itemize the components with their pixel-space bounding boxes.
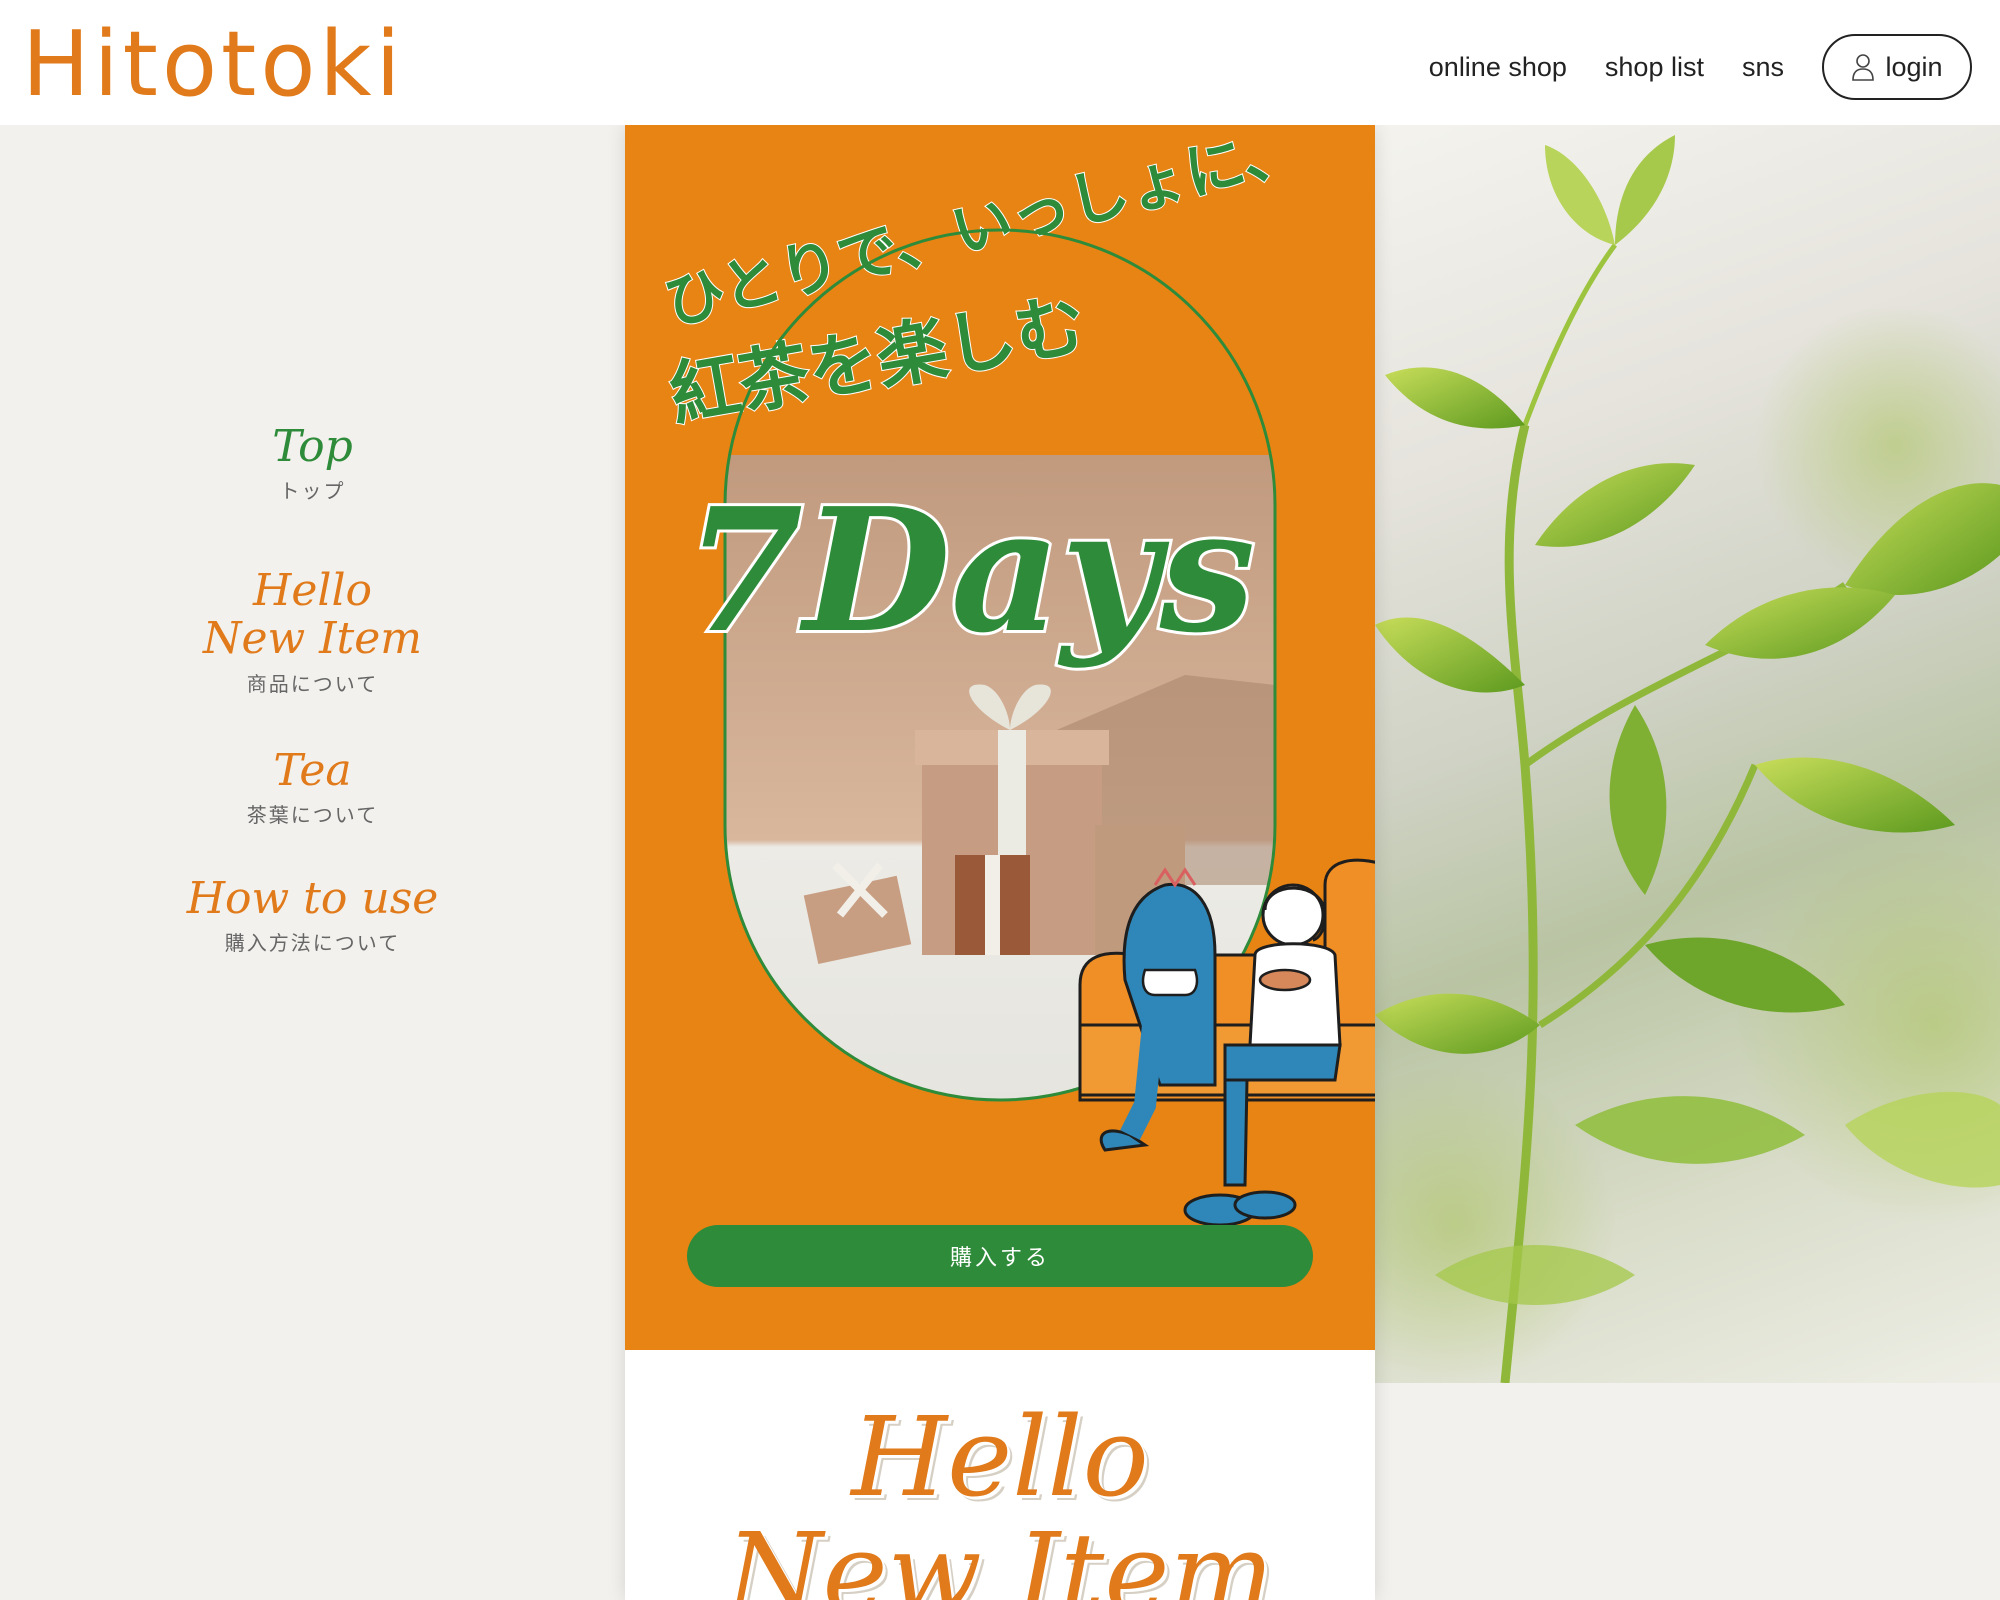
side-menu-new-item-en-1: Hello [252,565,373,616]
side-menu-how-to-use-jp: 購入方法について [224,931,401,956]
new-item-title-line-2: New Item [726,1508,1274,1600]
side-menu-tea[interactable]: Tea 茶葉について [0,745,625,828]
mobile-preview: ひとりで、いっしょに、 紅茶を楽しむ 7Days 購入する Hello New … [625,125,1375,1600]
login-button[interactable]: login [1822,34,1972,100]
side-menu-top-en: Top [272,421,353,472]
hero-artwork: ひとりで、いっしょに、 紅茶を楽しむ 7Days [657,125,1375,1227]
site-header: Hitotoki online shop shop list sns login [0,0,2000,125]
side-menu-new-item-en-2: New Item [202,613,422,665]
new-item-section: Hello New Item [625,1350,1375,1600]
tea-leaves-illustration [1375,135,2000,1383]
side-menu: Top トップ Hello New Item 商品について Tea 茶葉について… [0,125,625,1600]
side-menu-how-to-use-en: How to use [186,873,439,924]
nav-online-shop[interactable]: online shop [1429,52,1567,83]
tea-leaves-photo [1375,125,2000,1383]
side-menu-new-item-jp: 商品について [246,671,379,696]
side-menu-top-jp: トップ [279,479,346,504]
new-item-section-title: Hello New Item [625,1393,1375,1600]
login-label: login [1885,51,1943,82]
hero-section: ひとりで、いっしょに、 紅茶を楽しむ 7Days 購入する [625,125,1375,1350]
side-menu-how-to-use[interactable]: How to use 購入方法について [0,873,625,956]
user-icon [1852,54,1875,81]
site-logo[interactable]: Hitotoki [22,20,405,110]
side-menu-top[interactable]: Top トップ [0,421,625,504]
side-menu-tea-jp: 茶葉について [246,803,379,828]
side-menu-tea-en: Tea [273,745,352,796]
nav-shop-list[interactable]: shop list [1605,52,1704,83]
hero-title: 7Days [685,471,1255,671]
nav-sns[interactable]: sns [1742,52,1784,83]
side-menu-new-item[interactable]: Hello New Item 商品について [0,565,625,697]
buy-button[interactable]: 購入する [687,1225,1313,1287]
new-item-title-line-1: Hello [851,1393,1149,1521]
main-nav: online shop shop list sns login [1429,34,1972,100]
